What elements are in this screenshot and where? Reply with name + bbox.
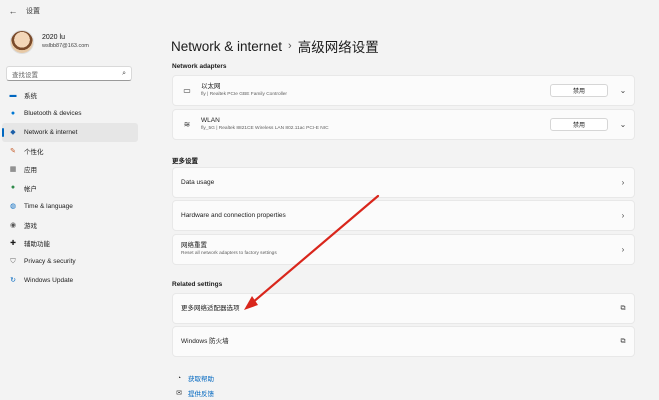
sidebar-item-time-language[interactable]: ◍ Time & language	[2, 197, 138, 216]
chevron-down-icon[interactable]: ⌄	[616, 120, 630, 129]
sidebar-item-personalization[interactable]: ✎ 个性化	[2, 142, 138, 161]
chevron-right-icon: ›	[621, 211, 625, 220]
sidebar-item-label: Bluetooth & devices	[24, 110, 82, 118]
apps-icon: ▦	[9, 166, 17, 174]
gamepad-icon: ◉	[9, 221, 17, 229]
sidebar-item-accounts[interactable]: ● 帐户	[2, 179, 138, 198]
adapter-name: 以太网	[201, 82, 221, 90]
more-item-hardware-properties[interactable]: Hardware and connection properties ›	[172, 200, 635, 231]
sidebar-item-label: 辅助功能	[24, 241, 50, 249]
chevron-down-icon[interactable]: ⌄	[616, 86, 630, 95]
chevron-right-icon: ›	[621, 245, 625, 254]
adapter-ethernet[interactable]: ▭ 以太网 fly | Realtek PCIe GBE Family Cont…	[172, 75, 635, 106]
user-profile[interactable]: 2020 lu wslbb87@163.com	[10, 30, 89, 54]
search-icon: ⌕	[122, 69, 126, 77]
sidebar-item-label: 个性化	[24, 148, 44, 156]
sidebar-item-label: Network & internet	[24, 128, 78, 136]
account-icon: ●	[10, 184, 16, 192]
sidebar-nav: ▬ 系统 ● Bluetooth & devices ◆ Network & i…	[2, 86, 138, 290]
sidebar-item-label: 应用	[24, 167, 37, 175]
sidebar-item-label: Windows Update	[24, 276, 74, 284]
related-item-more-adapter-options[interactable]: 更多网络适配器选项 ⧉	[172, 293, 635, 324]
get-help-link[interactable]: ◔ 获取帮助	[174, 373, 214, 384]
section-network-adapters: Network adapters	[172, 63, 227, 70]
search-placeholder: 查找设置	[12, 71, 38, 79]
disable-button[interactable]: 禁用	[550, 118, 608, 131]
avatar	[10, 30, 34, 54]
sidebar-item-label: Time & language	[24, 202, 73, 210]
section-more-settings: 更多设置	[172, 158, 198, 165]
disable-button[interactable]: 禁用	[550, 84, 608, 97]
globe-icon: ◍	[9, 203, 17, 211]
user-name: 2020 lu	[42, 34, 65, 41]
item-subtitle: Reset all network adapters to factory se…	[181, 250, 277, 256]
more-item-network-reset[interactable]: 网络重置 Reset all network adapters to facto…	[172, 234, 635, 265]
brush-icon: ✎	[10, 147, 16, 155]
link-label: 获取帮助	[188, 376, 214, 383]
user-email: wslbb87@163.com	[42, 43, 89, 49]
chevron-right-icon: ›	[621, 178, 625, 187]
sidebar-item-accessibility[interactable]: ✚ 辅助功能	[2, 234, 138, 253]
related-item-windows-firewall[interactable]: Windows 防火墙 ⧉	[172, 326, 635, 357]
page-title: 高级网络设置	[297, 40, 379, 55]
sidebar-item-privacy[interactable]: ⛉ Privacy & security	[2, 253, 138, 272]
sidebar-item-gaming[interactable]: ◉ 游戏	[2, 216, 138, 235]
breadcrumb: Network & internet › 高级网络设置	[171, 36, 379, 56]
sidebar-item-windows-update[interactable]: ↻ Windows Update	[2, 271, 138, 290]
sidebar-item-network[interactable]: ◆ Network & internet	[2, 123, 138, 142]
feedback-icon: ✉	[176, 390, 182, 397]
item-title: Windows 防火墙	[181, 337, 229, 345]
adapter-detail: fly | Realtek PCIe GBE Family Controller	[201, 91, 288, 97]
link-label: 提供反馈	[188, 391, 214, 398]
monitor-icon: ▬	[9, 91, 17, 99]
more-item-data-usage[interactable]: Data usage ›	[172, 167, 635, 198]
title-bar: ← 设置	[0, 0, 659, 22]
sidebar: 2020 lu wslbb87@163.com 查找设置 ⌕ ▬ 系统 ● Bl…	[0, 22, 140, 400]
external-link-icon: ⧉	[620, 337, 626, 345]
adapter-detail: fly_5G | Realtek 8821CE Wireless LAN 802…	[201, 125, 329, 131]
feedback-link[interactable]: ✉ 提供反馈	[174, 388, 214, 398]
sidebar-item-label: Privacy & security	[24, 258, 76, 266]
sidebar-item-label: 游戏	[24, 222, 37, 230]
arrow-left-icon: ←	[8, 6, 18, 16]
item-title: 更多网络适配器选项	[181, 304, 240, 312]
update-icon: ↻	[10, 277, 16, 285]
item-title: 网络重置	[181, 241, 207, 249]
adapter-name: WLAN	[201, 116, 220, 124]
shield-icon: ⛉	[10, 257, 16, 265]
app-title: 设置	[26, 8, 40, 15]
back-button[interactable]: ←	[6, 4, 20, 18]
external-link-icon: ⧉	[620, 304, 626, 312]
wifi-icon: ≋	[183, 120, 191, 129]
sidebar-item-label: 系统	[24, 93, 37, 101]
breadcrumb-parent[interactable]: Network & internet	[171, 39, 282, 54]
item-title: Hardware and connection properties	[181, 211, 286, 219]
breadcrumb-separator: ›	[288, 40, 292, 52]
adapter-wlan[interactable]: ≋ WLAN fly_5G | Realtek 8821CE Wireless …	[172, 109, 635, 140]
sidebar-item-bluetooth[interactable]: ● Bluetooth & devices	[2, 105, 138, 124]
help-icon: ◔	[176, 374, 182, 382]
bluetooth-icon: ●	[10, 110, 16, 118]
network-icon: ◆	[10, 129, 16, 137]
accessibility-icon: ✚	[10, 240, 16, 248]
sidebar-item-system[interactable]: ▬ 系统	[2, 86, 138, 105]
item-title: Data usage	[181, 178, 215, 186]
sidebar-item-label: 帐户	[24, 185, 37, 193]
ethernet-icon: ▭	[183, 86, 191, 95]
search-input[interactable]: 查找设置 ⌕	[6, 66, 132, 81]
section-related-settings: Related settings	[172, 281, 223, 288]
sidebar-item-apps[interactable]: ▦ 应用	[2, 160, 138, 179]
